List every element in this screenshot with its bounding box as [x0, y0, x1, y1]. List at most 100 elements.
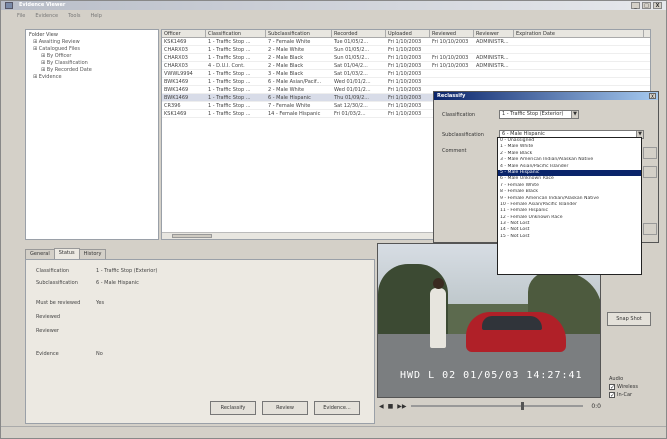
maximize-button[interactable]: □ [642, 2, 651, 9]
wireless-checkbox[interactable]: ✓ [609, 384, 615, 391]
menu-help[interactable]: Help [90, 11, 101, 21]
status-bar [1, 426, 666, 438]
table-cell: Sun 01/05/2... [334, 55, 370, 61]
table-cell: VWWL9994 [164, 71, 193, 77]
table-row[interactable]: CHARX03 4 - D.U.I. Cont. 2 - Male Black Sat… [162, 62, 650, 70]
table-cell: Sat 12/30/2... [334, 103, 368, 109]
table-row[interactable]: KSK1469 1 - Traffic Stop ... 7 - Female Wh… [162, 38, 650, 46]
tree-root[interactable]: Folder View [29, 32, 155, 38]
tree-item[interactable]: ⊞ By Classification [29, 60, 155, 67]
table-cell: 2 - Male White [268, 87, 305, 93]
table-cell: 6 - Male Asian/Pacif... [268, 79, 322, 85]
menu-evidence[interactable]: Evidence [35, 11, 58, 21]
seek-knob[interactable] [521, 402, 525, 410]
table-cell: 3 - Male Black [268, 71, 304, 77]
reviewer-row: Reviewer [36, 328, 96, 334]
tab-status[interactable]: Status [53, 248, 80, 259]
column-header[interactable]: Expiration Date [514, 30, 644, 37]
column-header[interactable]: Recorded [332, 30, 386, 37]
table-row[interactable]: VWWL9994 1 - Traffic Stop ... 3 - Male Bla… [162, 70, 650, 78]
table-cell [430, 78, 474, 85]
close-button[interactable]: X [653, 2, 662, 9]
tree-item[interactable]: ⊞ Awaiting Review [29, 39, 155, 46]
tab-general[interactable]: General [25, 249, 55, 259]
table-cell: 1 - Traffic Stop ... [208, 55, 251, 61]
column-header[interactable]: Reviewed [430, 30, 474, 37]
table-cell: ADMINISTR... [476, 55, 509, 61]
table-cell: Fri 1/10/2003 [388, 55, 422, 61]
table-cell: Fri 1/10/2003 [388, 111, 422, 117]
rewind-icon[interactable]: ◀ [379, 403, 384, 410]
menu-file[interactable]: File [17, 11, 25, 21]
table-cell: Fri 1/10/2003 [388, 103, 422, 109]
scroll-thumb[interactable] [172, 234, 212, 238]
table-cell: 14 - Female Hispanic [268, 111, 321, 117]
table-cell: Sun 01/05/2... [334, 47, 370, 53]
app-icon [5, 2, 13, 9]
dropdown-option[interactable]: 15 - Not Lost [498, 234, 641, 240]
table-cell [514, 78, 644, 85]
dialog-side-button-3[interactable] [643, 223, 657, 235]
table-cell: 1 - Traffic Stop ... [208, 95, 251, 101]
video-timestamp-overlay: HWD L 02 01/05/03 14:27:41 [400, 370, 583, 381]
table-row[interactable]: CHARX03 1 - Traffic Stop ... 2 - Male Whit… [162, 46, 650, 54]
snap-shot-button[interactable]: Snap Shot [607, 312, 651, 326]
table-cell: 6 - Male Hispanic [268, 95, 311, 101]
tree-item-label: Awaiting Review [38, 39, 80, 45]
table-cell: Thu 01/09/2... [334, 95, 370, 101]
dialog-close-button[interactable]: X [649, 93, 656, 99]
column-header[interactable]: Officer [162, 30, 206, 37]
window-controls: _ □ X [631, 2, 662, 9]
audio-wireless-option[interactable]: ✓ Wireless [609, 384, 657, 391]
audio-incar-option[interactable]: ✓ In-Car [609, 392, 657, 399]
table-cell: Fri 10/10/2003 [432, 55, 469, 61]
table-cell [430, 46, 474, 53]
table-cell: CHARX03 [164, 63, 188, 69]
table-cell: KSK1469 [164, 111, 187, 117]
table-cell: 7 - Female White [268, 39, 311, 45]
table-cell: BWK1469 [164, 87, 189, 93]
column-header[interactable]: Reviewer [474, 30, 514, 37]
tree-item[interactable]: ⊞ Evidence [29, 74, 155, 81]
menu-tools[interactable]: Tools [68, 11, 80, 21]
dialog-side-button-2[interactable] [643, 166, 657, 178]
dialog-side-button-1[interactable] [643, 147, 657, 159]
column-header[interactable]: Uploaded [386, 30, 430, 37]
audio-label: Audio [609, 376, 624, 382]
table-row[interactable]: CHARX03 1 - Traffic Stop ... 2 - Male Blac… [162, 54, 650, 62]
table-cell: 2 - Male Black [268, 63, 304, 69]
column-header[interactable]: Classification [206, 30, 266, 37]
dialog-classification-select[interactable]: 1 - Traffic Stop (Exterior) ▼ [499, 110, 579, 119]
table-cell: Tue 01/05/2... [334, 39, 369, 45]
table-cell: Fri 10/10/2003 [432, 39, 469, 45]
tree-item[interactable]: ⊞ Catalogued Files [29, 46, 155, 53]
table-cell [514, 46, 644, 53]
table-cell: Fri 1/10/2003 [388, 63, 422, 69]
subclassification-value: 6 - Male Hispanic [96, 280, 139, 286]
table-cell [474, 46, 514, 53]
video-seek-slider[interactable] [410, 402, 584, 410]
minimize-button[interactable]: _ [631, 2, 640, 9]
table-cell: Sat 01/03/2... [334, 71, 368, 77]
tree-item[interactable]: ⊞ By Officer [29, 53, 155, 60]
table-cell: Fri 1/10/2003 [388, 95, 422, 101]
fast-forward-icon[interactable]: ▶▶ [397, 403, 406, 410]
tree-item[interactable]: ⊞ By Recorded Date [29, 67, 155, 74]
column-header[interactable]: Subclassification [266, 30, 332, 37]
table-cell: Wed 01/01/2... [334, 79, 371, 85]
chevron-down-icon[interactable]: ▼ [571, 111, 578, 118]
table-row[interactable]: BWK1469 1 - Traffic Stop ... 6 - Male Asia… [162, 78, 650, 86]
reclassify-button[interactable]: Reclassify [210, 401, 256, 415]
table-cell: Sat 01/04/2... [334, 63, 368, 69]
video-controls: ◀ ■ ▶▶ 0:0 [377, 400, 601, 412]
table-cell: BWK1469 [164, 79, 189, 85]
table-cell: CR396 [164, 103, 181, 109]
stop-icon[interactable]: ■ [388, 403, 394, 410]
review-button[interactable]: Review [262, 401, 308, 415]
dialog-classification-value: 1 - Traffic Stop (Exterior) [502, 111, 564, 117]
status-panel: Classification 1 - Traffic Stop (Exterio… [25, 259, 375, 424]
subclassification-label: Subclassification [36, 280, 78, 286]
evidence-button[interactable]: Evidence... [314, 401, 360, 415]
incar-checkbox[interactable]: ✓ [609, 392, 615, 399]
tab-history[interactable]: History [78, 249, 107, 259]
